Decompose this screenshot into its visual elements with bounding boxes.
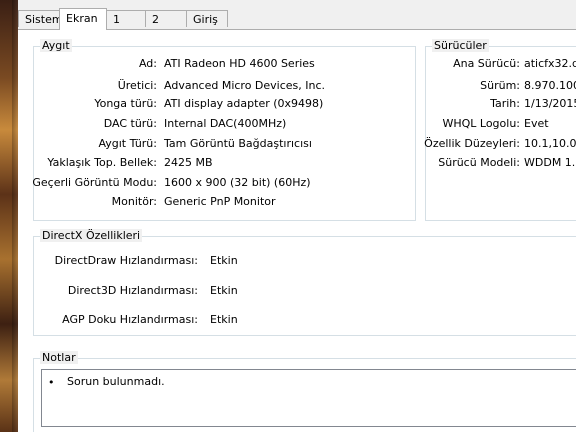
tab-2-sesi[interactable]: 2 Sesi: [145, 10, 187, 43]
note-bullet: •: [48, 376, 55, 389]
feature-levels-label: Özellik Düzeyleri:: [424, 137, 520, 150]
device-row: Yaklaşık Top. Bellek: 2425 MB: [34, 156, 415, 172]
monitor-value: Generic PnP Monitor: [164, 195, 276, 208]
chip-type-value: ATI display adapter (0x9498): [164, 97, 324, 110]
notes-group-title: Notlar: [40, 351, 78, 364]
tab-giris[interactable]: Giriş: [186, 10, 228, 27]
driver-version-value: 8.970.100.: [524, 79, 576, 92]
chip-type-label: Yonga türü:: [94, 97, 157, 110]
device-name-value: ATI Radeon HD 4600 Series: [164, 57, 315, 70]
device-group-title: Aygıt: [40, 39, 72, 52]
driver-model-value: WDDM 1.1: [524, 156, 576, 169]
device-row: Ad: ATI Radeon HD 4600 Series: [34, 57, 415, 73]
main-driver-label: Ana Sürücü:: [453, 57, 520, 70]
whql-value: Evet: [524, 117, 549, 130]
tab-1-sesi[interactable]: 1 Sesi: [106, 10, 146, 43]
direct3d-label: Direct3D Hızlandırması:: [67, 284, 198, 297]
device-name-label: Ad:: [138, 57, 157, 70]
directdraw-value: Etkin: [210, 254, 238, 267]
device-row: Geçerli Görüntü Modu: 1600 x 900 (32 bit…: [32, 176, 415, 192]
tab-sistem[interactable]: Sistem: [18, 10, 63, 27]
dac-type-value: Internal DAC(400MHz): [164, 117, 287, 130]
notes-textbox[interactable]: • Sorun bulunmadı.: [41, 369, 576, 427]
manufacturer-label: Üretici:: [117, 79, 157, 92]
driver-date-label: Tarih:: [490, 97, 520, 110]
driver-version-label: Sürüm:: [480, 79, 520, 92]
total-memory-label: Yaklaşık Top. Bellek:: [47, 156, 157, 169]
agp-label: AGP Doku Hızlandırması:: [62, 313, 198, 326]
manufacturer-value: Advanced Micro Devices, Inc.: [164, 79, 326, 92]
device-row: DAC türü: Internal DAC(400MHz): [34, 117, 415, 133]
driver-row: Sürücü Modeli: WDDM 1.1: [426, 156, 576, 172]
whql-label: WHQL Logolu:: [442, 117, 520, 130]
driver-date-value: 1/13/2015: [524, 97, 576, 110]
directdraw-label: DirectDraw Hızlandırması:: [54, 254, 198, 267]
device-type-label: Aygıt Türü:: [98, 137, 157, 150]
main-driver-value: aticfx32.dll: [524, 57, 576, 70]
monitor-label: Monitör:: [111, 195, 157, 208]
driver-row: Tarih: 1/13/2015: [426, 97, 576, 113]
device-row: Üretici: Advanced Micro Devices, Inc.: [34, 79, 415, 95]
driver-row: Sürüm: 8.970.100.: [426, 79, 576, 95]
directx-row: Direct3D Hızlandırması: Etkin: [34, 284, 576, 300]
dac-type-label: DAC türü:: [103, 117, 157, 130]
tab-ekran[interactable]: Ekran: [59, 8, 107, 30]
drivers-group-title: Sürücüler: [432, 39, 489, 52]
driver-row: Özellik Düzeyleri: 10.1,10.0,: [424, 137, 576, 153]
drivers-group: Sürücüler Ana Sürücü: aticfx32.dll Sürüm…: [424, 39, 576, 221]
directx-row: AGP Doku Hızlandırması: Etkin: [34, 313, 576, 329]
display-mode-value: 1600 x 900 (32 bit) (60Hz): [164, 176, 311, 189]
direct3d-value: Etkin: [210, 284, 238, 297]
device-row: Monitör: Generic PnP Monitor: [34, 195, 415, 211]
desktop-background: [0, 0, 18, 432]
device-row: Yonga türü: ATI display adapter (0x9498): [34, 97, 415, 113]
device-row: Aygıt Türü: Tam Görüntü Bağdaştırıcısı: [34, 137, 415, 153]
agp-value: Etkin: [210, 313, 238, 326]
driver-row: Ana Sürücü: aticfx32.dll: [426, 57, 576, 73]
driver-model-label: Sürücü Modeli:: [438, 156, 520, 169]
tab-bar: Sistem Ekran 1 Sesi 2 Sesi Giriş: [18, 8, 576, 43]
directx-group-title: DirectX Özellikleri: [40, 229, 143, 242]
total-memory-value: 2425 MB: [164, 156, 213, 169]
device-group: Aygıt Ad: ATI Radeon HD 4600 Series Üret…: [32, 39, 416, 221]
directx-group: DirectX Özellikleri DirectDraw Hızlandır…: [33, 229, 576, 336]
driver-row: WHQL Logolu: Evet: [426, 117, 576, 133]
display-mode-label: Geçerli Görüntü Modu:: [32, 176, 157, 189]
directx-row: DirectDraw Hızlandırması: Etkin: [34, 254, 576, 270]
note-item: Sorun bulunmadı.: [67, 375, 165, 388]
device-type-value: Tam Görüntü Bağdaştırıcısı: [164, 137, 312, 150]
feature-levels-value: 10.1,10.0,: [524, 137, 576, 150]
